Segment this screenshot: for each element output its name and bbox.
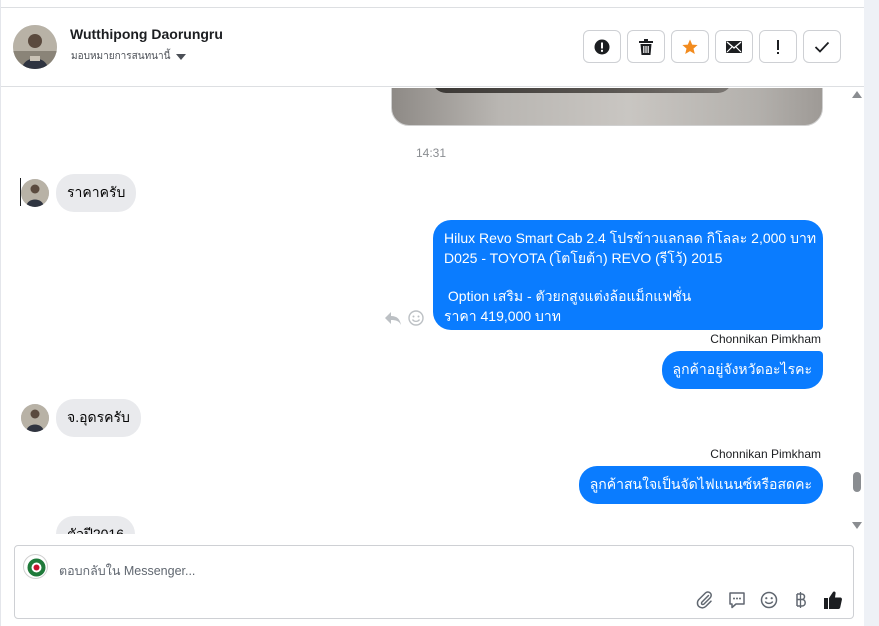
message-line: Hilux Revo Smart Cab 2.4 โปรข้าวแลกลด กิ… (444, 230, 817, 246)
scroll-up-arrow-icon[interactable] (852, 91, 862, 98)
message-line: Option เสริม - ตัวยกสูงแต่งล้อแม็กแฟชั่น (444, 288, 692, 304)
follow-up-button[interactable] (759, 30, 797, 63)
exclamation-icon (777, 39, 779, 54)
mark-unread-button[interactable] (715, 30, 753, 63)
outgoing-message[interactable]: ลูกค้าสนใจเป็นจัดไฟแนนซ์หรือสดคะ (578, 466, 823, 504)
attachment-icon[interactable] (695, 590, 715, 610)
conversation-toolbar (583, 30, 841, 63)
star-button[interactable] (671, 30, 709, 63)
saved-reply-icon[interactable] (727, 590, 747, 610)
message-actions (384, 310, 424, 326)
scrollbar-thumb[interactable] (853, 472, 861, 492)
message-input[interactable]: ตอบกลับใน Messenger... (59, 561, 195, 581)
emoji-icon[interactable] (759, 590, 779, 610)
message-line: D025 - TOYOTA (โตโยต้า) REVO (รีโว้) 201… (444, 249, 723, 266)
contact-avatar-small[interactable] (21, 179, 49, 207)
thread-scrollbar[interactable] (849, 88, 865, 534)
reply-composer[interactable]: ตอบกลับใน Messenger... (14, 545, 854, 619)
sender-name: Chonnikan Pimkham (710, 447, 821, 461)
incoming-message[interactable]: จ.อุดรครับ (56, 399, 141, 437)
assign-conversation-dropdown[interactable]: มอบหมายการสนทนานี้ (71, 49, 187, 64)
contact-avatar-small[interactable] (21, 404, 49, 432)
window-edge (864, 0, 879, 626)
delete-button[interactable] (627, 30, 665, 63)
mark-spam-button[interactable] (583, 30, 621, 63)
contact-avatar[interactable] (13, 25, 57, 69)
message-line (444, 268, 812, 287)
mail-icon (726, 40, 742, 53)
page-avatar (23, 554, 48, 579)
spam-alert-icon (594, 39, 610, 54)
scroll-down-arrow-icon[interactable] (852, 522, 862, 529)
incoming-message[interactable]: ตัวปี2016 (56, 516, 135, 534)
contact-name[interactable]: Wutthipong Daorungru (70, 26, 223, 42)
message-line: ราคา 419,000 บาท (444, 307, 561, 324)
messenger-conversation-panel: Wutthipong Daorungru มอบหมายการสนทนานี้ (0, 0, 865, 626)
conversation-header: Wutthipong Daorungru มอบหมายการสนทนานี้ (1, 7, 865, 87)
incoming-message[interactable]: ราคาครับ (56, 174, 137, 212)
reply-icon[interactable] (384, 310, 402, 326)
composer-toolbar (695, 590, 843, 610)
outgoing-message[interactable]: ลูกค้าอยู่จังหวัดอะไรคะ (661, 351, 823, 389)
assign-label: มอบหมายการสนทนานี้ (71, 51, 171, 62)
sender-name: Chonnikan Pimkham (710, 332, 821, 346)
chevron-down-icon (176, 53, 187, 60)
thumbs-up-icon[interactable] (823, 590, 843, 610)
image-attachment[interactable] (391, 88, 823, 126)
check-icon (814, 41, 830, 53)
baht-icon[interactable] (791, 590, 811, 610)
message-thread[interactable]: 14:31 ราคาครับ Hilux Revo Smart Cab 2.4 … (1, 88, 849, 534)
mark-done-button[interactable] (803, 30, 841, 63)
message-timestamp: 14:31 (415, 146, 447, 160)
star-icon (682, 39, 698, 54)
react-emoji-icon[interactable] (408, 310, 424, 326)
trash-icon (639, 38, 653, 55)
outgoing-message[interactable]: Hilux Revo Smart Cab 2.4 โปรข้าวแลกลด กิ… (433, 220, 823, 330)
